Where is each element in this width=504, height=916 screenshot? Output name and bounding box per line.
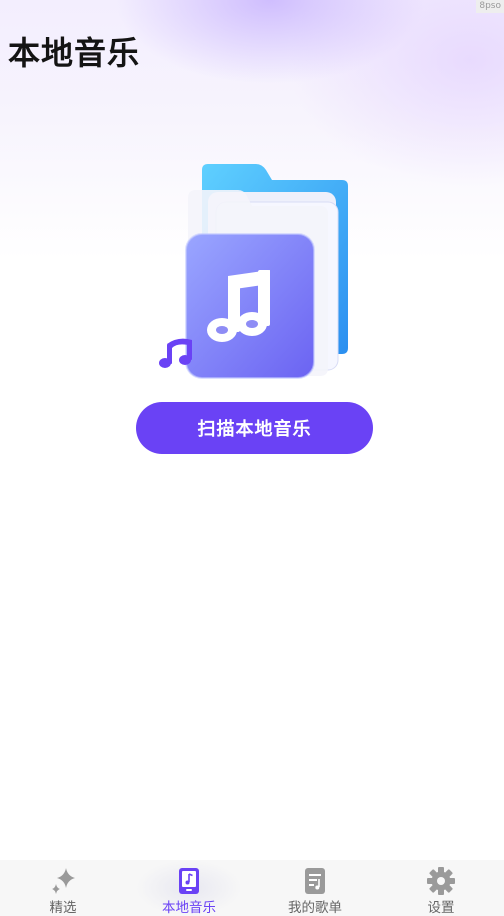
corner-tag: 8pso [476, 0, 504, 13]
tab-local-music[interactable]: 本地音乐 [126, 860, 252, 916]
phone-music-icon [179, 868, 199, 894]
gear-icon [427, 867, 455, 895]
tab-label: 设置 [427, 900, 455, 916]
tab-my-playlists[interactable]: 我的歌单 [252, 860, 378, 916]
page-title: 本地音乐 [8, 34, 141, 72]
playlist-icon [305, 868, 325, 894]
tab-label: 我的歌单 [288, 900, 342, 916]
sparkle-icon [52, 868, 75, 894]
tab-settings[interactable]: 设置 [378, 860, 504, 916]
tab-label: 精选 [49, 900, 77, 916]
tab-featured[interactable]: 精选 [0, 860, 126, 916]
tab-label: 本地音乐 [162, 900, 216, 916]
scan-local-music-button[interactable]: 扫描本地音乐 [136, 402, 373, 454]
music-folder-illustration [159, 164, 348, 379]
bottom-tab-bar: 精选 本地音乐 我的歌单 设置 [0, 860, 504, 916]
